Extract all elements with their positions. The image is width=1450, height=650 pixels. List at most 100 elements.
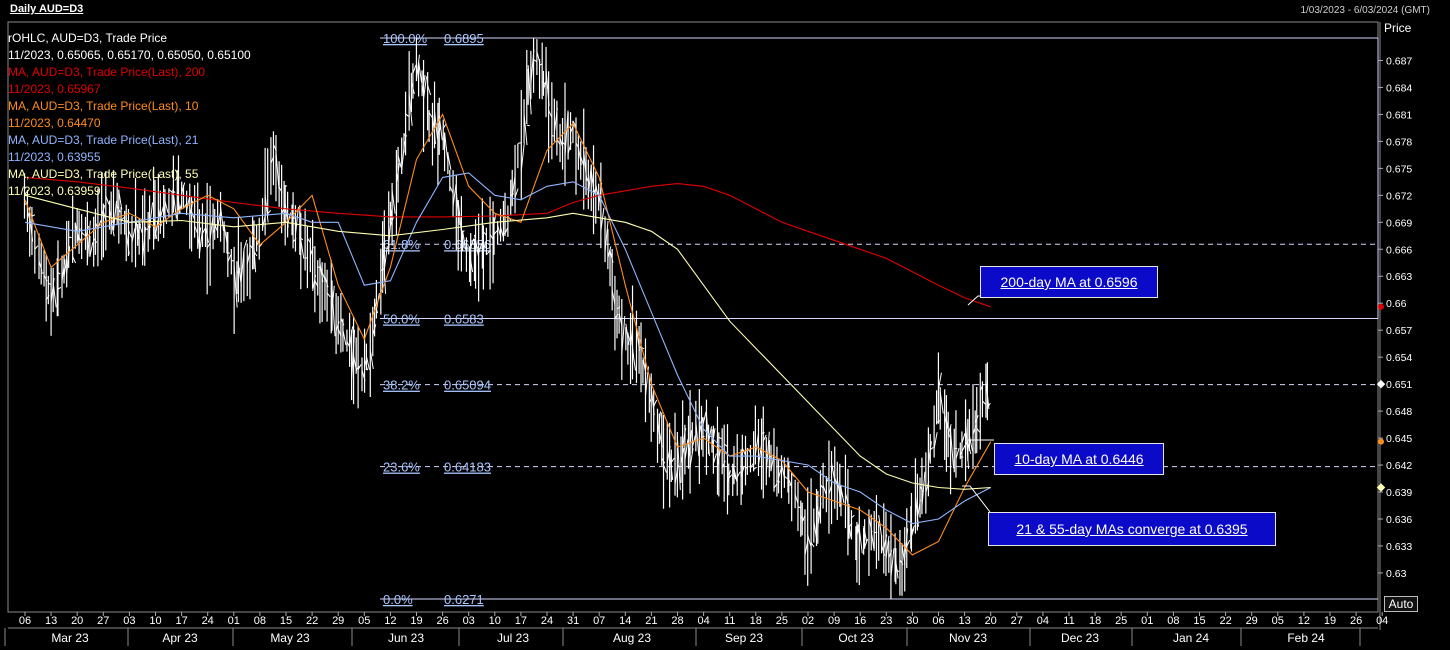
x-month-label: May 23 [270, 631, 310, 645]
x-month-label: Oct 23 [838, 631, 874, 645]
x-tick-label: 27 [97, 615, 109, 627]
fib-pct-label: 38.2% [383, 378, 420, 393]
ma-55-line [24, 194, 991, 490]
x-tick-label: 19 [1324, 615, 1336, 627]
y-tick-label: 0.657 [1386, 325, 1412, 337]
y-tick-label: 0.654 [1386, 352, 1412, 364]
fib-pct-label: 23.6% [383, 460, 420, 475]
x-tick-label: 21 [645, 615, 657, 627]
x-tick-label: 31 [567, 615, 579, 627]
y-tick-label: 0.651 [1386, 379, 1412, 391]
x-tick-label: 10 [149, 615, 161, 627]
x-tick-label: 18 [750, 615, 762, 627]
y-tick-label: 0.681 [1386, 109, 1412, 121]
x-month-label: Jan 24 [1173, 631, 1209, 645]
x-tick-label: 04 [697, 615, 709, 627]
price-bar-close [144, 228, 148, 231]
y-tick-label: 0.684 [1386, 82, 1412, 94]
fib-value-label: 0.6583 [444, 312, 484, 327]
price-bar-close [243, 239, 248, 250]
x-tick-label: 20 [71, 615, 83, 627]
x-tick-label: 09 [828, 615, 840, 627]
x-tick-label: 17 [175, 615, 187, 627]
x-tick-label: 27 [1011, 615, 1023, 627]
legend-line: MA, AUD=D3, Trade Price(Last), 200 [8, 65, 206, 79]
x-tick-label: 24 [541, 615, 553, 627]
x-month-label: Feb 24 [1287, 631, 1325, 645]
x-month-label: Apr 23 [162, 631, 198, 645]
legend-line: 11/2023, 0.63955 [8, 150, 101, 164]
legend-line: 11/2023, 0.65065, 0.65170, 0.65050, 0.65… [8, 48, 251, 62]
price-bar-close [68, 236, 72, 239]
chart-title[interactable]: Daily AUD=D3 [10, 3, 83, 15]
x-tick-label: 25 [776, 615, 788, 627]
marker-ma200 [1378, 303, 1384, 310]
x-tick-label: 06 [19, 615, 31, 627]
x-tick-label: 04 [1376, 615, 1388, 627]
x-tick-label: 06 [932, 615, 944, 627]
fib-value-label: 0.64183 [444, 460, 491, 475]
x-tick-label: 13 [45, 615, 57, 627]
x-tick-label: 05 [1272, 615, 1284, 627]
x-tick-label: 08 [254, 615, 266, 627]
legend-line: 11/2023, 0.65967 [8, 82, 101, 96]
x-tick-label: 11 [724, 615, 735, 627]
x-month-label: Sep 23 [725, 631, 763, 645]
y-tick-label: 0.63 [1386, 568, 1407, 580]
y-tick-label: 0.645 [1386, 433, 1412, 445]
x-tick-label: 01 [228, 615, 240, 627]
legend-line: rOHLC, AUD=D3, Trade Price [8, 31, 168, 45]
x-tick-label: 15 [1193, 615, 1205, 627]
y-tick-label: 0.678 [1386, 136, 1412, 148]
y-tick-label: 0.666 [1386, 244, 1412, 256]
x-tick-label: 26 [436, 615, 448, 627]
legend-line: MA, AUD=D3, Trade Price(Last), 21 [8, 133, 199, 147]
price-bar-close [517, 142, 521, 144]
x-tick-label: 12 [1298, 615, 1310, 627]
marker-ma10 [1378, 438, 1384, 445]
x-month-label: Jul 23 [497, 631, 529, 645]
legend: rOHLC, AUD=D3, Trade Price 11/2023, 0.650… [8, 30, 251, 200]
price-axis-title: Price [1384, 21, 1412, 35]
x-tick-label: 08 [1167, 615, 1179, 627]
x-tick-label: 13 [958, 615, 970, 627]
x-tick-label: 16 [854, 615, 866, 627]
legend-line: 11/2023, 0.63959 [8, 184, 101, 198]
y-tick-label: 0.636 [1386, 514, 1412, 526]
price-bar-close [526, 124, 530, 127]
x-tick-label: 04 [1037, 615, 1049, 627]
x-month-label: Dec 23 [1061, 631, 1099, 645]
date-range: 1/03/2023 - 6/03/2024 (GMT) [1300, 5, 1430, 16]
x-month-label: Jun 23 [388, 631, 424, 645]
x-tick-label: 11 [1063, 615, 1074, 627]
x-tick-label: 03 [463, 615, 475, 627]
fib-value-label: 0.65094 [444, 378, 491, 393]
legend-line: MA, AUD=D3, Trade Price(Last), 10 [8, 99, 199, 113]
auto-scale-button[interactable]: Auto [1384, 596, 1418, 612]
x-tick-label: 22 [1219, 615, 1231, 627]
x-tick-label: 23 [880, 615, 892, 627]
x-tick-label: 28 [671, 615, 683, 627]
x-month-label: Nov 23 [949, 631, 987, 645]
x-tick-label: 15 [280, 615, 292, 627]
x-tick-label: 07 [593, 615, 605, 627]
x-tick-label: 20 [985, 615, 997, 627]
x-tick-label: 30 [906, 615, 918, 627]
x-tick-label: 17 [515, 615, 527, 627]
fib-value-label: 0.6895 [444, 31, 484, 46]
fib-pct-label: 50.0% [383, 312, 420, 327]
x-tick-label: 18 [1089, 615, 1101, 627]
x-month-label: Aug 23 [613, 631, 651, 645]
y-tick-label: 0.663 [1386, 271, 1412, 283]
callout-ma10: 10-day MA at 0.6446 [994, 443, 1164, 475]
y-tick-label: 0.672 [1386, 190, 1412, 202]
x-tick-label: 01 [1141, 615, 1153, 627]
legend-line: MA, AUD=D3, Trade Price(Last), 55 [8, 167, 199, 181]
x-tick-label: 25 [1115, 615, 1127, 627]
x-tick-label: 29 [332, 615, 344, 627]
y-tick-label: 0.675 [1386, 163, 1412, 175]
x-tick-label: 12 [384, 615, 396, 627]
x-tick-label: 03 [123, 615, 135, 627]
y-tick-label: 0.648 [1386, 406, 1412, 418]
callout-ma200: 200-day MA at 0.6596 [980, 266, 1158, 298]
